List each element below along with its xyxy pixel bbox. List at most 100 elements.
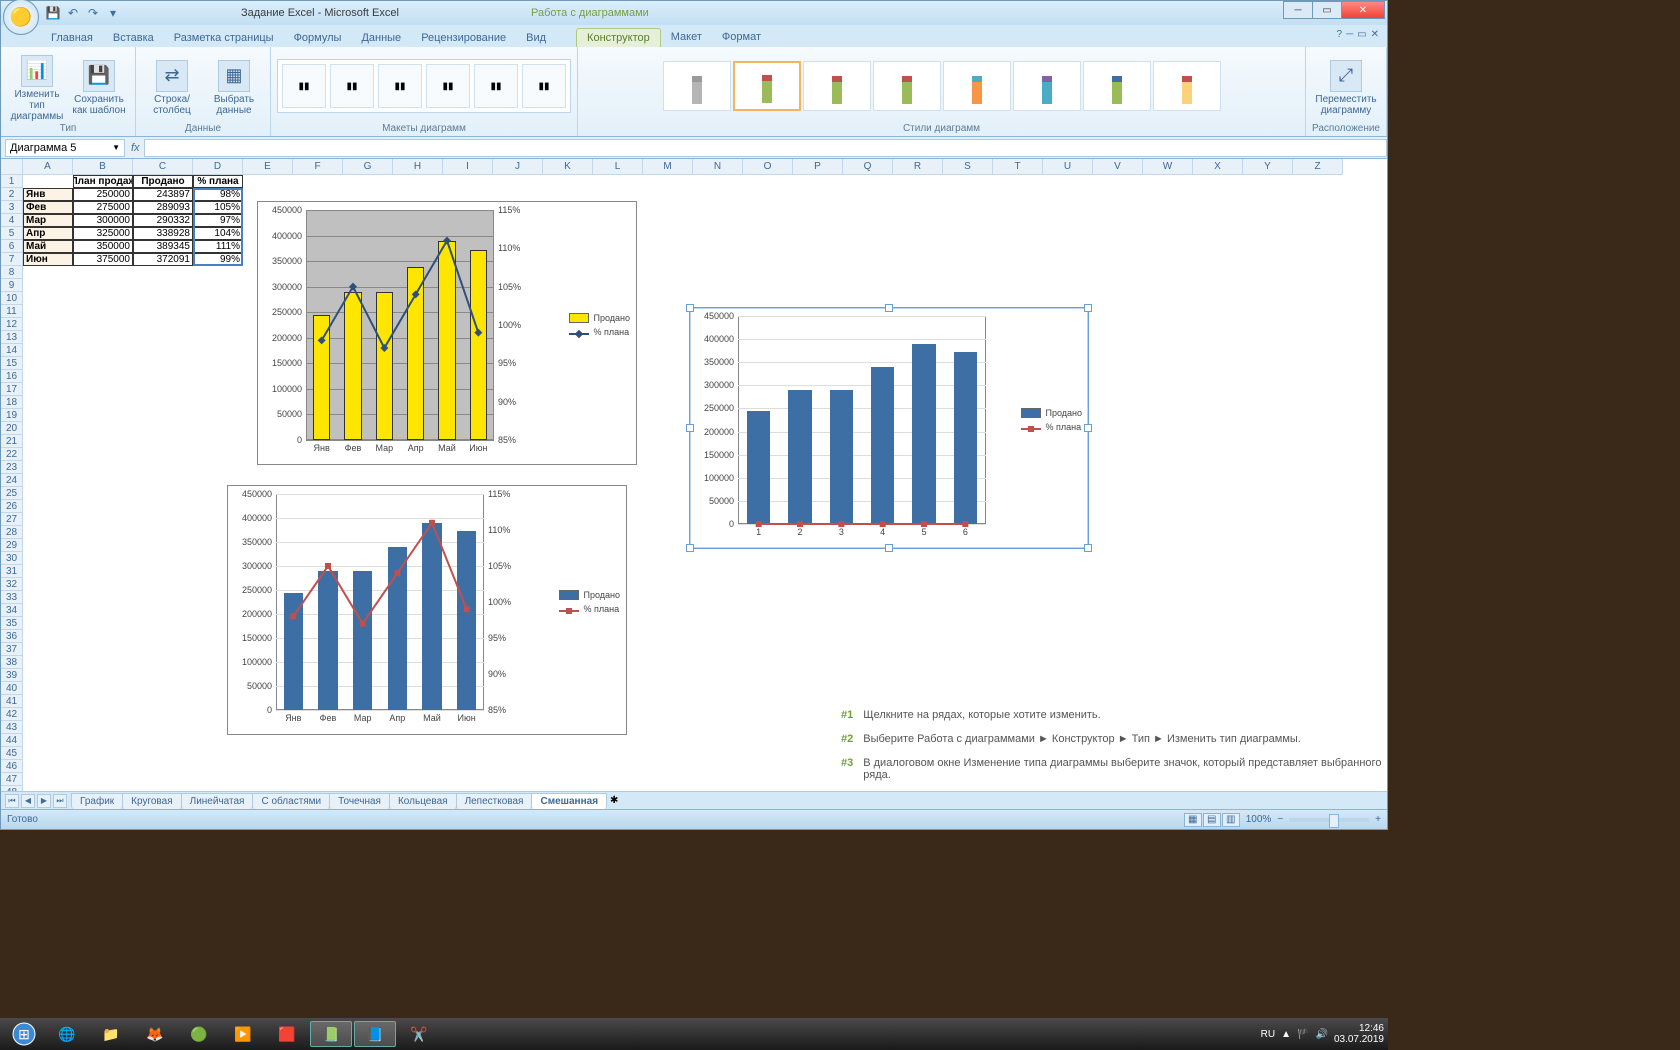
cell[interactable]: 250000 <box>73 188 133 201</box>
tray-time[interactable]: 12:46 <box>1334 1023 1384 1034</box>
move-chart-button[interactable]: ⤢Переместить диаграмму <box>1316 56 1376 116</box>
column-header[interactable]: G <box>343 159 393 175</box>
row-header[interactable]: 47 <box>1 773 23 786</box>
ribbon-tab[interactable]: Данные <box>351 29 411 47</box>
next-sheet-icon[interactable]: ▶ <box>37 794 51 808</box>
row-header[interactable]: 44 <box>1 734 23 747</box>
layout-item[interactable]: ▮▮ <box>378 64 422 108</box>
cell[interactable]: Янв <box>23 188 73 201</box>
column-header[interactable]: J <box>493 159 543 175</box>
ribbon-tab[interactable]: Вид <box>516 29 556 47</box>
mdi-close-icon[interactable]: ✕ <box>1371 29 1379 40</box>
column-header[interactable]: D <box>193 159 243 175</box>
zoom-in-icon[interactable]: + <box>1375 814 1381 825</box>
row-header[interactable]: 19 <box>1 409 23 422</box>
cell[interactable]: 300000 <box>73 214 133 227</box>
column-header[interactable]: C <box>133 159 193 175</box>
select-data-button[interactable]: ▦Выбрать данные <box>204 56 264 116</box>
column-header[interactable]: Q <box>843 159 893 175</box>
row-header[interactable]: 42 <box>1 708 23 721</box>
row-header[interactable]: 40 <box>1 682 23 695</box>
row-header[interactable]: 41 <box>1 695 23 708</box>
row-header[interactable]: 38 <box>1 656 23 669</box>
chart-styles-gallery[interactable] <box>663 61 1221 111</box>
row-header[interactable]: 13 <box>1 331 23 344</box>
row-header[interactable]: 45 <box>1 747 23 760</box>
cell[interactable]: 375000 <box>73 253 133 266</box>
column-header[interactable]: W <box>1143 159 1193 175</box>
tray-lang[interactable]: RU <box>1261 1029 1275 1040</box>
sheet-tab[interactable]: Лепестковая <box>456 793 533 809</box>
last-sheet-icon[interactable]: ⏭ <box>53 794 67 808</box>
dropdown-icon[interactable]: ▼ <box>112 143 120 152</box>
spreadsheet-grid[interactable]: ABCDEFGHIJKLMNOPQRSTUVWXYZ 1234567891011… <box>1 159 1387 791</box>
sheet-tab[interactable]: Круговая <box>122 793 181 809</box>
row-header[interactable]: 24 <box>1 474 23 487</box>
ribbon-tab[interactable]: Разметка страницы <box>164 29 284 47</box>
prev-sheet-icon[interactable]: ◀ <box>21 794 35 808</box>
row-header[interactable]: 3 <box>1 201 23 214</box>
context-tab[interactable]: Формат <box>712 28 771 47</box>
tray-flag-icon[interactable]: 🏴 <box>1297 1029 1309 1040</box>
row-header[interactable]: 30 <box>1 552 23 565</box>
taskbar-snip-icon[interactable]: ✂️ <box>398 1021 440 1047</box>
column-header[interactable]: E <box>243 159 293 175</box>
cell[interactable]: 325000 <box>73 227 133 240</box>
qat-more-icon[interactable]: ▾ <box>105 5 121 21</box>
row-header[interactable]: 7 <box>1 253 23 266</box>
style-item[interactable] <box>733 61 801 111</box>
mdi-minimize-icon[interactable]: ─ <box>1346 29 1353 40</box>
row-header[interactable]: 16 <box>1 370 23 383</box>
cell[interactable]: 290332 <box>133 214 193 227</box>
cell[interactable]: 350000 <box>73 240 133 253</box>
cell[interactable]: Апр <box>23 227 73 240</box>
taskbar-firefox-icon[interactable]: 🦊 <box>134 1021 176 1047</box>
tray-up-icon[interactable]: ▲ <box>1281 1029 1291 1040</box>
layout-item[interactable]: ▮▮ <box>330 64 374 108</box>
row-header[interactable]: 22 <box>1 448 23 461</box>
chart-combo-yellow[interactable]: 0500001000001500002000002500003000003500… <box>257 201 637 465</box>
column-header[interactable]: P <box>793 159 843 175</box>
style-item[interactable] <box>1083 61 1151 111</box>
style-item[interactable] <box>1153 61 1221 111</box>
row-header[interactable]: 6 <box>1 240 23 253</box>
layout-item[interactable]: ▮▮ <box>426 64 470 108</box>
save-template-button[interactable]: 💾Сохранить как шаблон <box>69 56 129 116</box>
ribbon-tab[interactable]: Рецензирование <box>411 29 516 47</box>
cell[interactable]: План продаж <box>73 175 133 188</box>
row-header[interactable]: 20 <box>1 422 23 435</box>
column-header[interactable]: R <box>893 159 943 175</box>
row-header[interactable]: 48 <box>1 786 23 791</box>
row-header[interactable]: 46 <box>1 760 23 773</box>
row-header[interactable]: 9 <box>1 279 23 292</box>
row-header[interactable]: 28 <box>1 526 23 539</box>
ribbon-tab[interactable]: Вставка <box>103 29 164 47</box>
style-item[interactable] <box>873 61 941 111</box>
zoom-slider[interactable] <box>1289 818 1369 822</box>
column-header[interactable]: M <box>643 159 693 175</box>
page-layout-view-icon[interactable]: ▤ <box>1203 813 1221 827</box>
cell[interactable]: Фев <box>23 201 73 214</box>
style-item[interactable] <box>1013 61 1081 111</box>
column-header[interactable]: Y <box>1243 159 1293 175</box>
taskbar-chrome-icon[interactable]: 🟢 <box>178 1021 220 1047</box>
cell[interactable]: % плана <box>193 175 243 188</box>
column-header[interactable]: L <box>593 159 643 175</box>
column-header[interactable]: H <box>393 159 443 175</box>
row-header[interactable]: 31 <box>1 565 23 578</box>
cell[interactable]: Май <box>23 240 73 253</box>
select-all-corner[interactable] <box>1 159 23 175</box>
row-header[interactable]: 23 <box>1 461 23 474</box>
row-header[interactable]: 27 <box>1 513 23 526</box>
row-header[interactable]: 43 <box>1 721 23 734</box>
chart-layouts-gallery[interactable]: ▮▮ ▮▮ ▮▮ ▮▮ ▮▮ ▮▮ <box>277 59 571 113</box>
cell[interactable]: 98% <box>193 188 243 201</box>
ribbon-tab[interactable]: Формулы <box>284 29 352 47</box>
undo-icon[interactable]: ↶ <box>65 5 81 21</box>
switch-row-col-button[interactable]: ⇄Строка/столбец <box>142 56 202 116</box>
row-header[interactable]: 37 <box>1 643 23 656</box>
cell[interactable]: 289093 <box>133 201 193 214</box>
row-header[interactable]: 21 <box>1 435 23 448</box>
sheet-tab[interactable]: Линейчатая <box>181 793 254 809</box>
formula-input[interactable] <box>144 139 1387 157</box>
